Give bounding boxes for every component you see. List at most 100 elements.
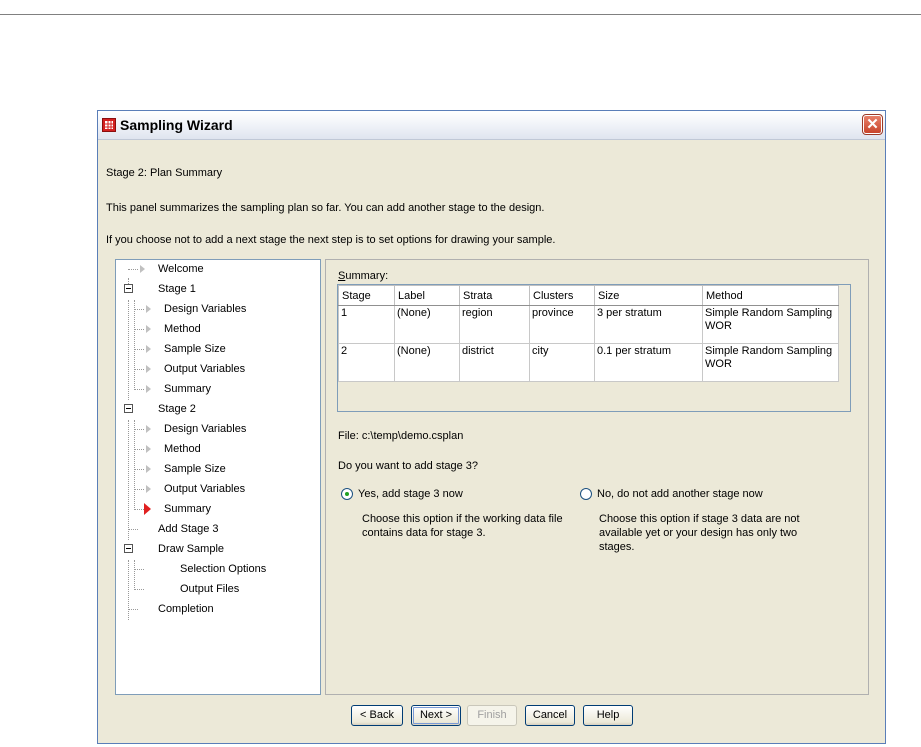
- table-cell: 3 per stratum: [594, 305, 703, 344]
- column-header[interactable]: Clusters: [529, 285, 595, 306]
- tree-item-label: Completion: [158, 603, 214, 615]
- tree-item-label: Design Variables: [164, 303, 247, 315]
- summary-grid[interactable]: Stage Label Strata Clusters Size Method …: [337, 284, 851, 412]
- table-cell: 0.1 per stratum: [594, 343, 703, 382]
- item-arrow-icon: [146, 345, 151, 353]
- tree-item-label: Stage 2: [158, 403, 196, 415]
- column-header[interactable]: Size: [594, 285, 703, 306]
- radio-no-label[interactable]: No, do not add another stage now: [597, 488, 763, 500]
- tree-item-label: Draw Sample: [158, 543, 225, 555]
- tree-item-label: Welcome: [158, 263, 204, 275]
- item-arrow-icon: [146, 465, 151, 473]
- table-cell: district: [459, 343, 530, 382]
- tree-connector: [134, 569, 144, 570]
- stage-heading: Stage 2: Plan Summary: [106, 167, 223, 179]
- tree-item-label: Design Variables: [164, 423, 247, 435]
- window-title: Sampling Wizard: [120, 117, 233, 133]
- tree-item-label: Summary: [164, 503, 212, 515]
- tree-item-label: Sample Size: [164, 343, 226, 355]
- tree-connector: [128, 609, 138, 610]
- close-button[interactable]: ✕: [862, 114, 883, 135]
- column-header[interactable]: Stage: [338, 285, 395, 306]
- table-cell: 2: [338, 343, 395, 382]
- finish-button[interactable]: Finish: [467, 705, 517, 726]
- collapse-icon[interactable]: [124, 284, 133, 293]
- plan-summary-panel: Summary: Stage Label Strata Clusters Siz…: [325, 259, 869, 695]
- tree-connector: [134, 389, 144, 390]
- back-button[interactable]: < Back: [351, 705, 403, 726]
- tree-connector: [134, 369, 144, 370]
- tree-connector: [134, 489, 144, 490]
- cancel-button[interactable]: Cancel: [525, 705, 575, 726]
- tree-item-label: Summary: [164, 383, 212, 395]
- item-arrow-icon: [146, 365, 151, 373]
- collapse-icon[interactable]: [124, 404, 133, 413]
- table-cell: Simple Random Sampling WOR: [702, 305, 839, 344]
- tree-connector: [134, 509, 144, 510]
- tree-connector: [134, 349, 144, 350]
- tree-connector: [128, 300, 129, 400]
- radio-yes-description: Choose this option if the working data f…: [362, 513, 563, 539]
- table-row[interactable]: 1 (None) region province 3 per stratum S…: [338, 305, 839, 344]
- table-cell: (None): [394, 305, 460, 344]
- sampling-wizard-dialog: Sampling Wizard ✕ Stage 2: Plan Summary …: [97, 110, 886, 744]
- tree-item-label: Output Files: [180, 583, 240, 595]
- item-arrow-icon: [146, 485, 151, 493]
- column-header[interactable]: Label: [394, 285, 460, 306]
- column-header[interactable]: Strata: [459, 285, 530, 306]
- item-arrow-icon: [146, 305, 151, 313]
- table-cell: province: [529, 305, 595, 344]
- tree-connector: [134, 329, 144, 330]
- tree-connector: [134, 300, 135, 390]
- collapse-icon[interactable]: [124, 544, 133, 553]
- item-arrow-icon: [146, 385, 151, 393]
- table-cell: region: [459, 305, 530, 344]
- option-text: If you choose not to add a next stage th…: [106, 234, 556, 246]
- tree-connector: [134, 560, 135, 590]
- tree-connector: [134, 469, 144, 470]
- table-row[interactable]: 2 (None) district city 0.1 per stratum S…: [338, 343, 839, 382]
- wizard-navigation-tree: Welcome Stage 1 Design Variables Method …: [115, 259, 321, 695]
- next-button[interactable]: Next >: [411, 705, 461, 726]
- tree-connector: [128, 269, 138, 270]
- summary-table: Stage Label Strata Clusters Size Method …: [338, 285, 839, 382]
- table-cell: Simple Random Sampling WOR: [702, 343, 839, 382]
- tree-connector: [134, 589, 144, 590]
- plan-file-path: File: c:\temp\demo.csplan: [338, 430, 464, 442]
- tree-connector: [134, 429, 144, 430]
- title-bar: Sampling Wizard ✕: [98, 111, 885, 140]
- summary-label-text: ummary:: [345, 270, 389, 282]
- help-button[interactable]: Help: [583, 705, 633, 726]
- tree-connector: [128, 529, 138, 530]
- radio-yes-label[interactable]: Yes, add stage 3 now: [358, 488, 463, 500]
- tree-item-label: Selection Options: [180, 563, 267, 575]
- tree-item-label: Output Variables: [164, 483, 246, 495]
- tree-item-label: Add Stage 3: [158, 523, 219, 535]
- radio-no-circle[interactable]: [580, 488, 592, 500]
- table-header-row: Stage Label Strata Clusters Size Method: [338, 285, 839, 306]
- tree-connector: [134, 309, 144, 310]
- radio-yes-circle[interactable]: [341, 488, 353, 500]
- column-header[interactable]: Method: [702, 285, 839, 306]
- table-cell: 1: [338, 305, 395, 344]
- table-cell: city: [529, 343, 595, 382]
- dialog-client-area: Stage 2: Plan Summary This panel summari…: [98, 140, 885, 743]
- tree-item-label: Method: [164, 443, 201, 455]
- item-arrow-icon: [146, 445, 151, 453]
- add-stage-question: Do you want to add stage 3?: [338, 460, 479, 472]
- tree-item-label: Sample Size: [164, 463, 226, 475]
- intro-text: This panel summarizes the sampling plan …: [106, 202, 545, 214]
- item-arrow-icon: [140, 265, 145, 273]
- item-arrow-icon: [146, 325, 151, 333]
- tree-connector: [134, 449, 144, 450]
- tree-connector: [128, 420, 129, 540]
- table-cell: (None): [394, 343, 460, 382]
- summary-label: Summary:: [338, 270, 388, 282]
- current-step-arrow-icon: [144, 503, 151, 515]
- tree-item-label: Method: [164, 323, 201, 335]
- tree-item-label: Stage 1: [158, 283, 196, 295]
- tree-connector: [134, 420, 135, 510]
- top-rule: [0, 14, 921, 15]
- tree-item-label: Output Variables: [164, 363, 246, 375]
- item-arrow-icon: [146, 425, 151, 433]
